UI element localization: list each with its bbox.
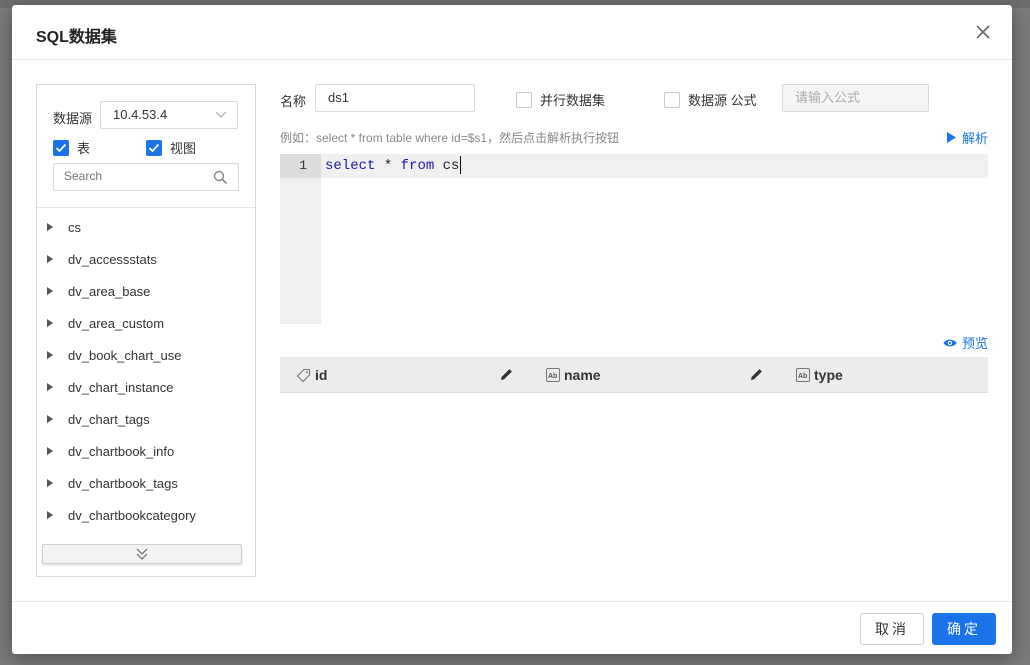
cancel-button[interactable]: 取消 — [860, 613, 924, 645]
datasource-formula-label: 数据源 公式 — [688, 93, 757, 108]
dialog-footer: 取消 确定 — [12, 601, 1012, 654]
columns-header: id Ab name Ab type — [280, 357, 988, 393]
caret-right-icon[interactable] — [47, 319, 55, 327]
sql-operator: * — [375, 158, 401, 174]
table-item[interactable]: dv_chartbook_info — [37, 435, 255, 467]
svg-text:Ab: Ab — [798, 373, 807, 380]
close-button[interactable] — [972, 21, 994, 43]
sql-hint: 例如：select * from table where id=$s1，然后点击… — [280, 131, 620, 145]
double-chevron-down-icon — [136, 548, 148, 560]
caret-right-icon[interactable] — [47, 287, 55, 295]
line-number: 1 — [280, 154, 321, 178]
pencil-icon[interactable] — [749, 367, 764, 382]
chevron-down-icon — [215, 111, 227, 118]
table-item-label: dv_chartbook_info — [68, 443, 175, 459]
show-views-label: 视图 — [170, 141, 197, 156]
sql-identifier: cs — [434, 158, 460, 174]
parse-button[interactable]: 解析 — [946, 128, 988, 147]
sql-keyword: select — [325, 158, 376, 174]
datasource-panel: 数据源 10.4.53.4 表 视图 Search cs dv_accessst… — [36, 84, 256, 577]
formula-input[interactable]: 请输入公式 — [782, 84, 929, 112]
preview-button[interactable]: 预览 — [943, 333, 988, 352]
parallel-dataset-checkbox[interactable] — [516, 91, 532, 108]
column-header-id: id — [296, 357, 327, 393]
sql-dataset-dialog: SQL数据集 数据源 10.4.53.4 表 视图 Search cs dv_a… — [12, 5, 1012, 654]
parse-label: 解析 — [961, 131, 988, 146]
table-item[interactable]: dv_chartbook_tags — [37, 467, 255, 499]
show-views-toggle[interactable]: 视图 — [146, 138, 196, 157]
datasource-select[interactable]: 10.4.53.4 — [100, 101, 238, 129]
table-item-label: cs — [68, 219, 81, 235]
sql-keyword: from — [400, 158, 435, 174]
close-icon — [976, 25, 990, 39]
show-tables-checkbox[interactable] — [53, 139, 69, 156]
table-item[interactable]: dv_chart_tags — [37, 403, 255, 435]
caret-right-icon[interactable] — [47, 223, 55, 231]
table-item[interactable]: dv_area_base — [37, 275, 255, 307]
table-item-label: dv_chart_instance — [68, 379, 174, 395]
caret-right-icon[interactable] — [47, 383, 55, 391]
table-item[interactable]: dv_accessstats — [37, 243, 255, 275]
table-item-label: dv_chartbookcategory — [68, 507, 196, 523]
panel-divider — [37, 207, 255, 208]
dataset-name-label: 名称 — [280, 94, 307, 109]
table-search-input[interactable] — [64, 169, 204, 183]
caret-right-icon[interactable] — [47, 511, 55, 519]
column-header-name: Ab name — [546, 357, 601, 393]
text-type-icon: Ab — [796, 368, 810, 382]
table-item-label: dv_area_custom — [68, 315, 165, 331]
sql-code[interactable]: select * from cs — [325, 154, 462, 178]
datasource-formula-option[interactable]: 数据源 公式 — [664, 90, 757, 109]
show-views-checkbox[interactable] — [146, 139, 162, 156]
table-item[interactable]: cs — [37, 211, 255, 243]
svg-text:Ab: Ab — [548, 373, 557, 380]
pencil-icon[interactable] — [499, 367, 514, 382]
check-icon — [55, 143, 67, 152]
table-item-label: dv_chartbook_tags — [68, 475, 178, 491]
caret-right-icon[interactable] — [47, 415, 55, 423]
text-type-icon: Ab — [546, 368, 560, 382]
dialog-header: SQL数据集 — [12, 5, 1012, 60]
dialog-title: SQL数据集 — [36, 29, 117, 46]
dataset-name-input[interactable]: ds1 — [315, 84, 475, 112]
datasource-formula-checkbox[interactable] — [664, 91, 680, 108]
play-icon — [946, 132, 956, 143]
caret-right-icon[interactable] — [47, 447, 55, 455]
caret-right-icon[interactable] — [47, 479, 55, 487]
datasource-label: 数据源 — [53, 111, 93, 126]
expand-list-button[interactable] — [42, 544, 242, 564]
table-list: cs dv_accessstats dv_area_base dv_area_c… — [37, 211, 255, 541]
datasource-selected-value: 10.4.53.4 — [113, 107, 168, 122]
sql-editor[interactable]: 1 select * from cs — [280, 154, 988, 324]
table-item-label: dv_accessstats — [68, 251, 157, 267]
parallel-dataset-option[interactable]: 并行数据集 — [516, 90, 605, 109]
check-icon — [148, 143, 160, 152]
column-header-label: name — [564, 367, 601, 383]
table-item-label: dv_area_base — [68, 283, 151, 299]
eye-icon — [943, 339, 957, 346]
table-item[interactable]: dv_book_chart_use — [37, 339, 255, 371]
parallel-dataset-label: 并行数据集 — [540, 93, 606, 108]
show-tables-toggle[interactable]: 表 — [53, 138, 90, 157]
tag-icon — [296, 368, 311, 383]
caret-right-icon[interactable] — [47, 255, 55, 263]
table-item-label: dv_book_chart_use — [68, 347, 182, 363]
search-icon — [213, 170, 228, 185]
column-header-label: type — [814, 367, 843, 383]
confirm-button[interactable]: 确定 — [932, 613, 996, 645]
editor-gutter — [280, 154, 321, 324]
caret-right-icon[interactable] — [47, 351, 55, 359]
text-cursor — [460, 156, 462, 175]
column-header-label: id — [315, 367, 328, 383]
table-item[interactable]: dv_chartbookcategory — [37, 499, 255, 531]
table-item-label: dv_chart_tags — [68, 411, 150, 427]
column-header-type: Ab type — [796, 357, 843, 393]
table-item[interactable]: dv_area_custom — [37, 307, 255, 339]
table-search[interactable] — [53, 163, 239, 191]
table-item[interactable]: dv_chart_instance — [37, 371, 255, 403]
preview-label: 预览 — [961, 336, 988, 351]
show-tables-label: 表 — [77, 141, 91, 156]
